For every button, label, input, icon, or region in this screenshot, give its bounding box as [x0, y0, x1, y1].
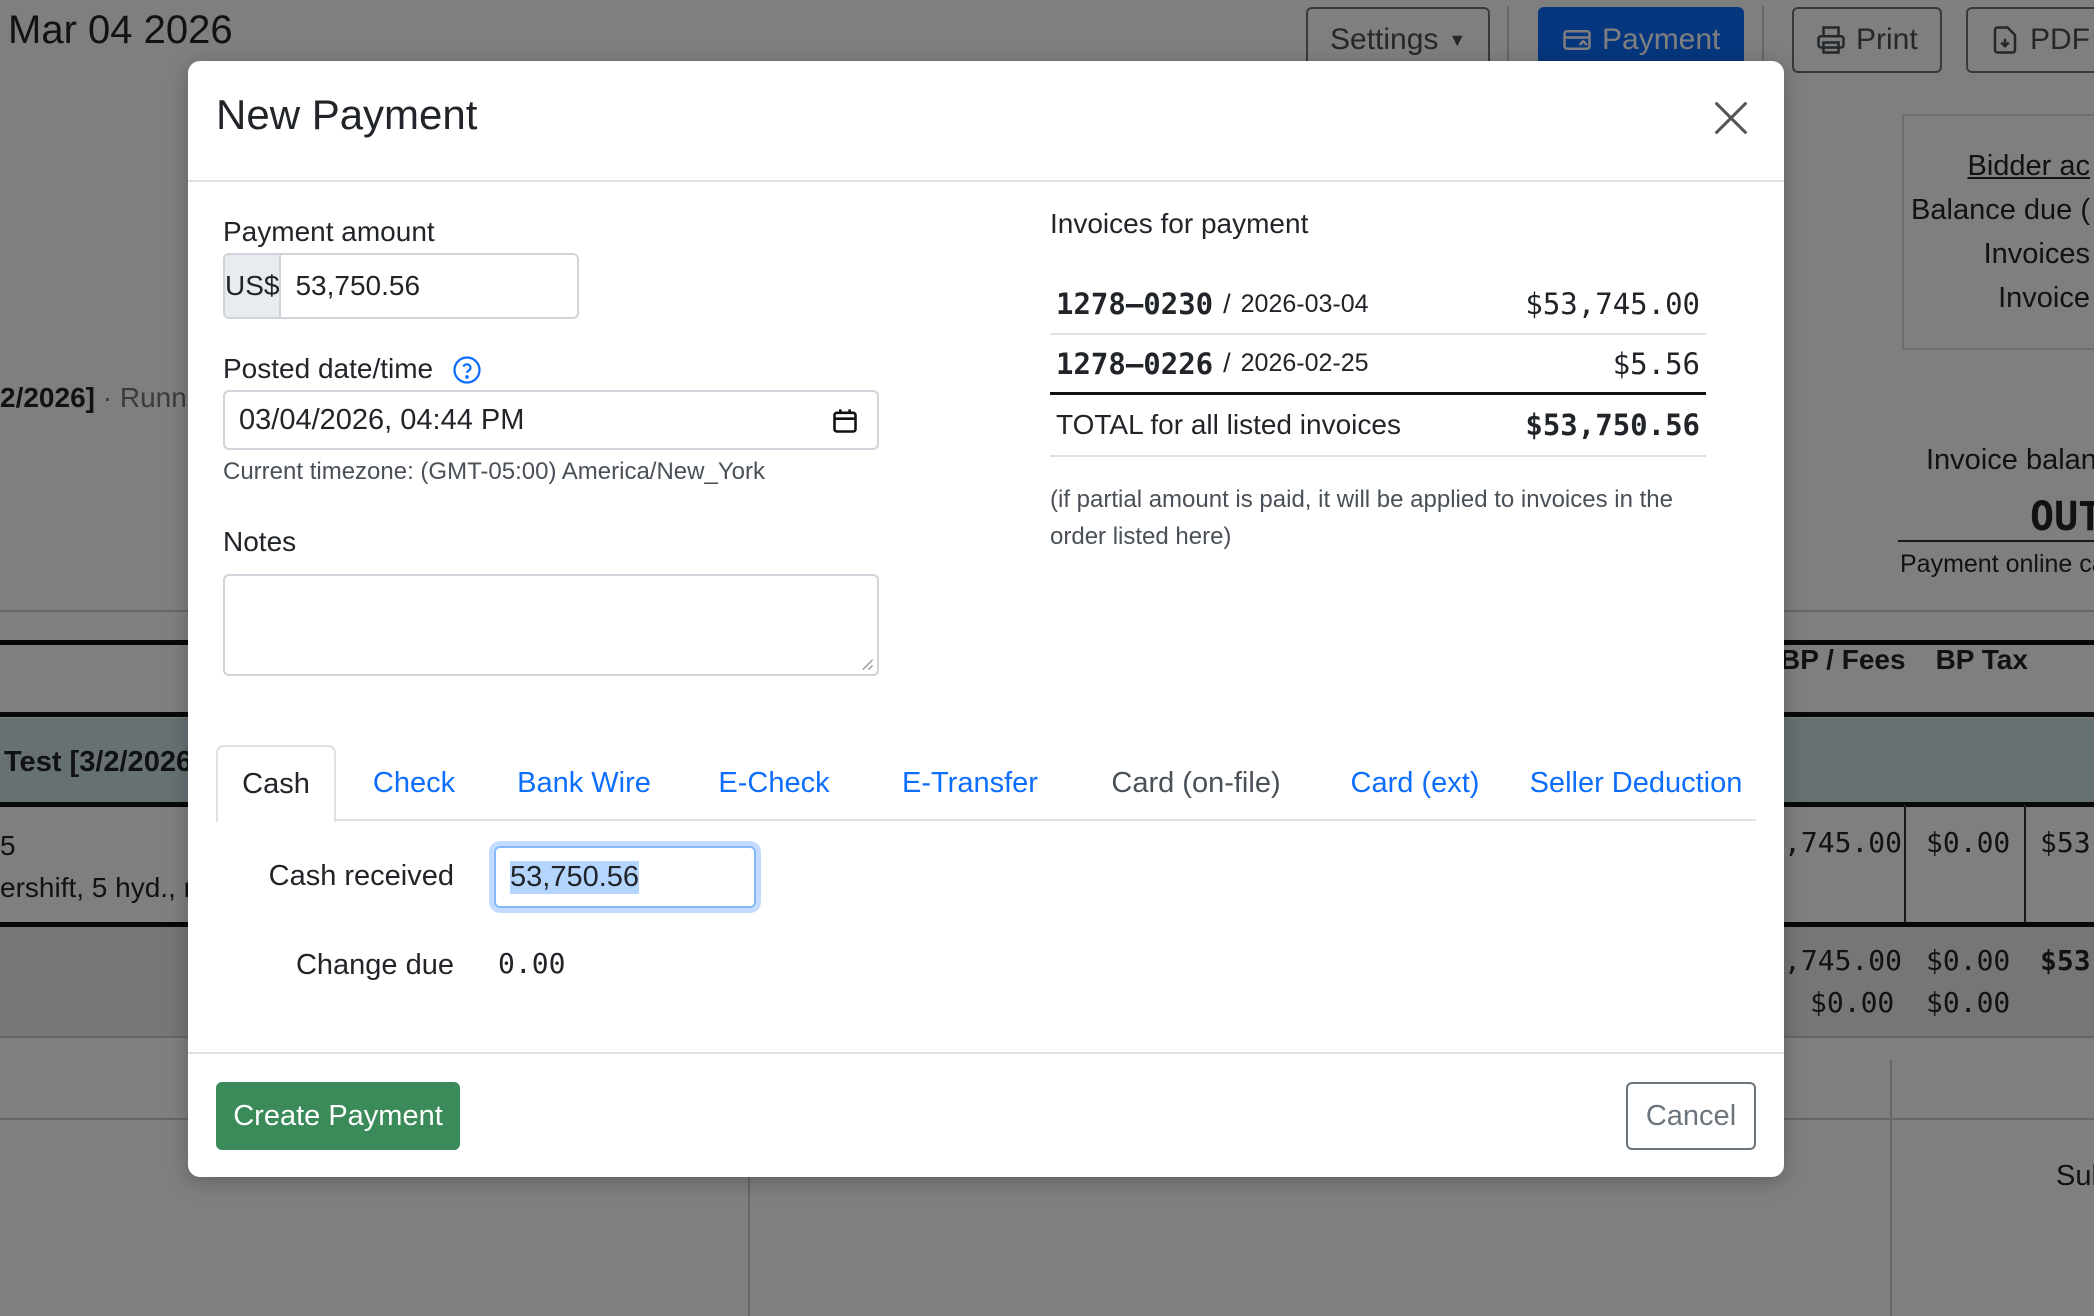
posted-datetime-label: Posted date/time	[223, 353, 434, 384]
payment-amount-group: US$	[223, 253, 579, 319]
calendar-icon[interactable]	[831, 407, 859, 435]
invoice-row: 1278–0226 / 2026-02-25 $5.56	[1050, 335, 1706, 395]
help-icon[interactable]	[452, 355, 482, 385]
close-icon	[1714, 101, 1748, 135]
invoices-title: Invoices for payment	[1050, 208, 1309, 239]
tab-bank-wire[interactable]: Bank Wire	[484, 745, 684, 821]
tab-card-on-file[interactable]: Card (on-file)	[1078, 745, 1314, 821]
cash-received-label: Cash received	[268, 860, 454, 892]
currency-prefix: US$	[225, 255, 282, 317]
cash-received-input[interactable]: 53,750.56	[494, 846, 756, 908]
resize-grip-icon[interactable]	[860, 657, 874, 671]
modal-footer: Create Payment Cancel	[188, 1052, 1784, 1177]
close-button[interactable]	[1708, 95, 1754, 141]
modal-title: New Payment	[216, 91, 478, 138]
create-payment-button[interactable]: Create Payment	[216, 1082, 460, 1150]
invoice-total-row: TOTAL for all listed invoices $53,750.56	[1050, 395, 1706, 457]
invoice-row: 1278–0230 / 2026-03-04 $53,745.00	[1050, 275, 1706, 335]
posted-datetime-input[interactable]: 03/04/2026, 04:44 PM	[223, 390, 879, 450]
invoices-table: 1278–0230 / 2026-03-04 $53,745.00 1278–0…	[1050, 275, 1706, 457]
tab-cash[interactable]: Cash	[216, 745, 336, 823]
tab-e-check[interactable]: E-Check	[686, 745, 862, 821]
notes-label: Notes	[223, 526, 297, 557]
payment-amount-label: Payment amount	[223, 216, 435, 247]
partial-payment-note: (if partial amount is paid, it will be a…	[1050, 486, 1673, 550]
tab-card-ext[interactable]: Card (ext)	[1316, 745, 1514, 821]
modal-header: New Payment	[188, 61, 1784, 182]
cancel-button[interactable]: Cancel	[1626, 1082, 1756, 1150]
new-payment-modal: New Payment Payment amount US$ Posted da…	[188, 61, 1784, 1177]
tab-e-transfer[interactable]: E-Transfer	[864, 745, 1076, 821]
payment-method-tabs: Cash Check Bank Wire E-Check E-Transfer …	[216, 745, 1756, 823]
change-due-value: 0.00	[498, 947, 566, 980]
notes-textarea[interactable]	[223, 574, 879, 676]
timezone-text: Current timezone: (GMT-05:00) America/Ne…	[223, 458, 765, 485]
payment-amount-input[interactable]	[281, 255, 577, 317]
tab-check[interactable]: Check	[346, 745, 482, 821]
tab-seller-deduction[interactable]: Seller Deduction	[1516, 745, 1756, 821]
change-due-label: Change due	[295, 949, 454, 981]
